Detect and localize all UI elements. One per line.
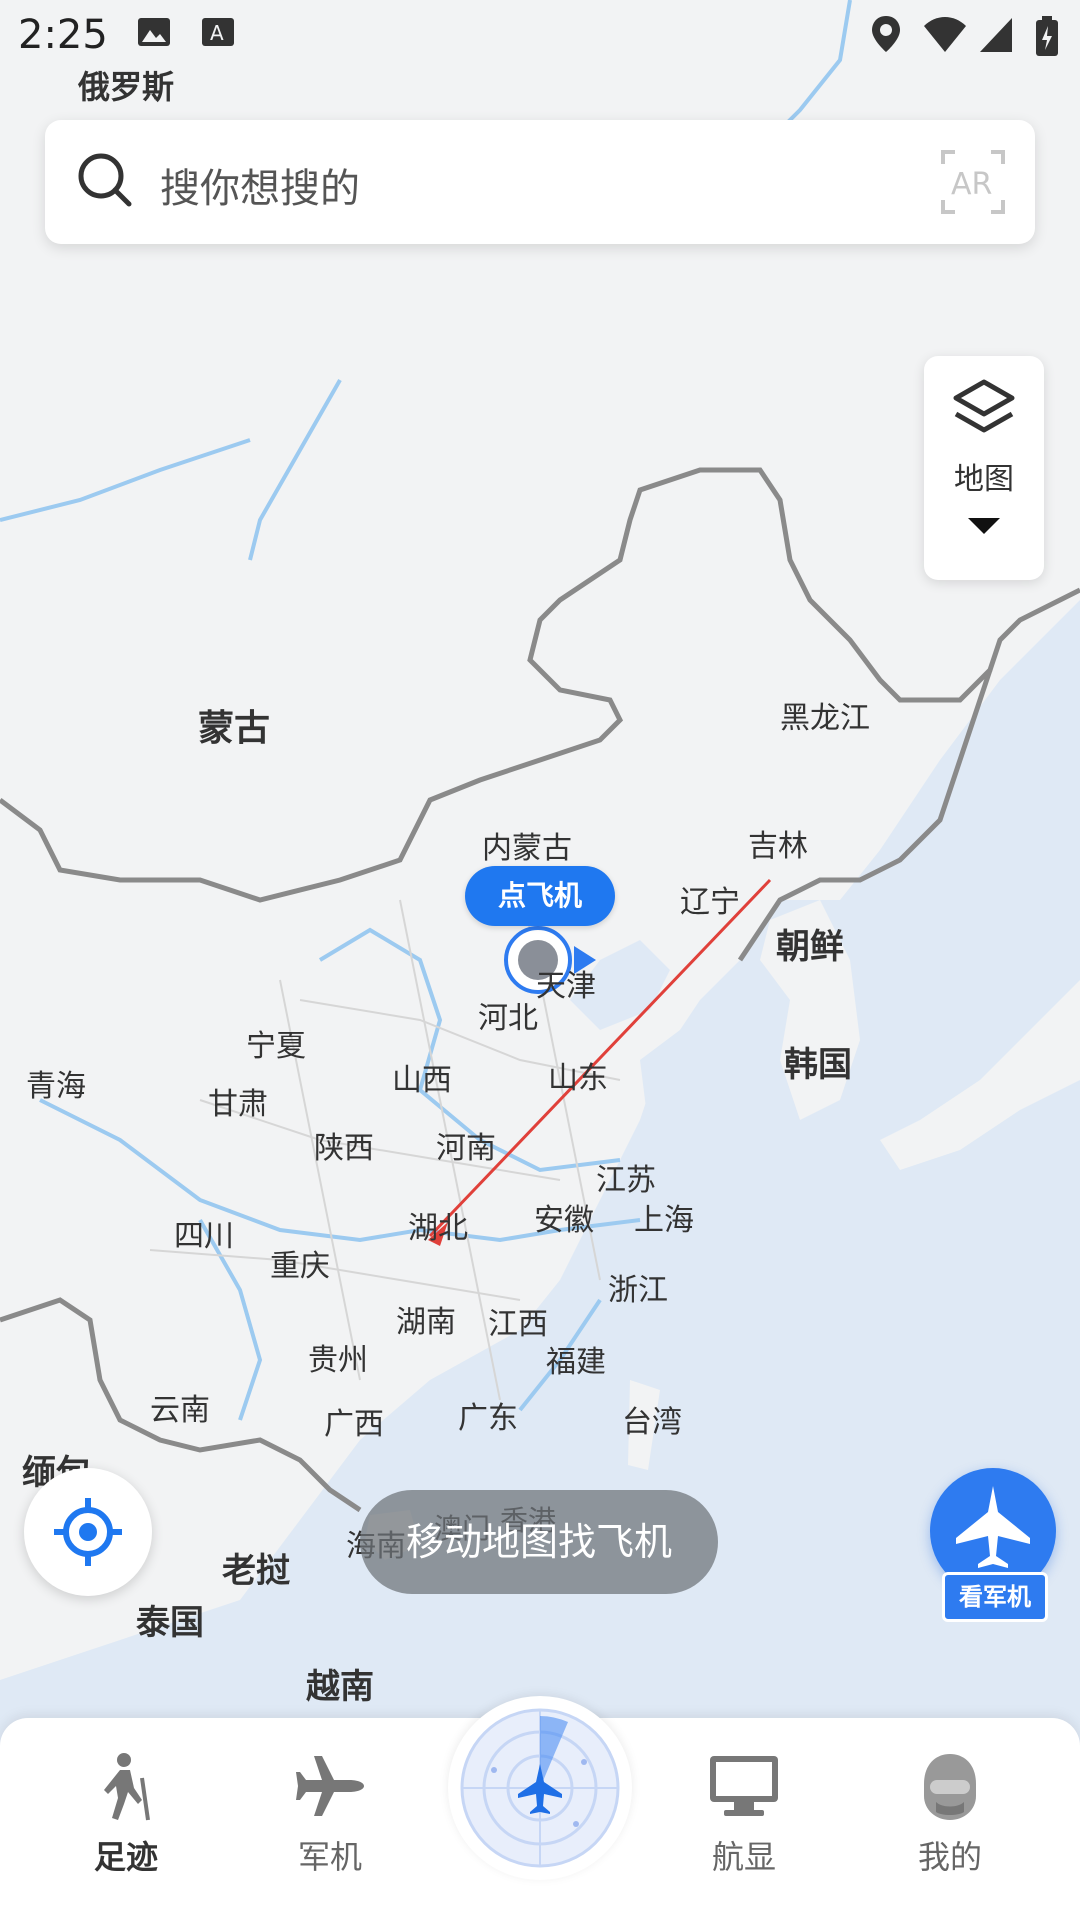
- hiker-icon: [104, 1753, 150, 1821]
- search-bar[interactable]: 搜你想搜的 AR: [45, 120, 1035, 244]
- map-hint-toast: 移动地图找飞机: [360, 1490, 718, 1594]
- nav-item-profile[interactable]: 我的: [870, 1750, 1030, 1910]
- search-input[interactable]: 搜你想搜的: [160, 156, 360, 214]
- ar-scan-icon[interactable]: AR: [939, 148, 1007, 220]
- label-zhejiang: 浙江: [608, 1273, 668, 1308]
- label-jilin: 吉林: [748, 829, 808, 864]
- nav-label-military: 军机: [297, 1838, 362, 1876]
- image-icon: [136, 14, 172, 54]
- label-hunan: 湖南: [396, 1305, 456, 1340]
- status-time: 2:25: [18, 12, 108, 58]
- label-ningxia: 宁夏: [246, 1029, 306, 1064]
- layers-icon: [952, 376, 1016, 444]
- label-jiangsu: 江苏: [596, 1163, 656, 1198]
- svg-text:A: A: [210, 21, 224, 45]
- radar-center-button[interactable]: [448, 1696, 632, 1880]
- crosshair-icon: [54, 1498, 122, 1566]
- label-sichuan: 四川: [174, 1219, 234, 1254]
- label-thailand: 泰国: [136, 1603, 204, 1643]
- label-hubei: 湖北: [408, 1211, 468, 1246]
- plane-callout-label[interactable]: 点飞机: [465, 866, 615, 926]
- label-shanxi: 山西: [392, 1063, 452, 1098]
- label-yunnan: 云南: [150, 1393, 210, 1428]
- nav-item-flight-display[interactable]: 航显: [664, 1750, 824, 1910]
- wifi-icon: [922, 14, 968, 58]
- signal-icon: [978, 14, 1014, 58]
- label-taiwan: 台湾: [622, 1405, 682, 1440]
- nav-item-military[interactable]: 军机: [250, 1750, 410, 1910]
- fighter-jet-icon: [956, 1486, 1030, 1568]
- map-layer-button[interactable]: 地图: [924, 356, 1044, 580]
- label-jiangxi: 江西: [488, 1307, 548, 1342]
- label-mongolia: 蒙古: [198, 708, 270, 749]
- label-south-korea: 韩国: [784, 1045, 852, 1085]
- status-bar: 2:25 A: [0, 0, 1080, 72]
- label-north-korea: 朝鲜: [776, 927, 844, 967]
- nav-label-flight-display: 航显: [711, 1838, 776, 1876]
- label-russia: 俄罗斯: [77, 68, 174, 106]
- label-chongqing: 重庆: [270, 1249, 330, 1284]
- label-tianjin: 天津: [536, 969, 596, 1004]
- label-gansu: 甘肃: [208, 1087, 268, 1122]
- monitor-icon: [710, 1756, 778, 1816]
- label-heilongjiang: 黑龙江: [780, 701, 870, 736]
- label-anhui: 安徽: [534, 1203, 594, 1238]
- airplane-icon: [296, 1756, 364, 1816]
- nav-label-profile: 我的: [917, 1838, 982, 1876]
- label-shanghai: 上海: [634, 1203, 694, 1238]
- label-guangxi: 广西: [324, 1407, 384, 1442]
- pilot-avatar-icon: [924, 1754, 976, 1820]
- label-qinghai: 青海: [26, 1069, 86, 1104]
- text-icon: A: [200, 14, 236, 54]
- label-inner-mongolia: 内蒙古: [482, 831, 572, 866]
- ar-label: AR: [951, 167, 992, 202]
- layer-label: 地图: [954, 462, 1014, 497]
- label-shaanxi: 陕西: [314, 1131, 374, 1166]
- my-location-button[interactable]: [24, 1468, 152, 1596]
- label-liaoning: 辽宁: [680, 885, 740, 920]
- battery-icon: [1034, 14, 1060, 62]
- search-icon: [73, 148, 137, 216]
- radar-icon: [460, 1708, 620, 1868]
- map-canvas[interactable]: 俄罗斯 蒙古 黑龙江 吉林 辽宁 内蒙古 朝鲜 韩国 天津 河北 宁夏 青海 甘…: [0, 0, 1080, 1920]
- label-guizhou: 贵州: [308, 1343, 368, 1378]
- label-hebei: 河北: [478, 1001, 538, 1036]
- label-guangdong: 广东: [458, 1401, 518, 1436]
- location-icon: [868, 14, 904, 58]
- nav-item-footprints[interactable]: 足迹: [46, 1750, 206, 1910]
- military-button-label[interactable]: 看军机: [942, 1572, 1048, 1622]
- label-fujian: 福建: [546, 1345, 606, 1380]
- label-laos: 老挝: [222, 1551, 290, 1591]
- label-shandong: 山东: [548, 1061, 608, 1096]
- label-vietnam: 越南: [306, 1667, 374, 1707]
- nav-label-footprints: 足迹: [93, 1838, 158, 1876]
- label-henan: 河南: [436, 1131, 496, 1166]
- chevron-down-icon: [968, 518, 1000, 534]
